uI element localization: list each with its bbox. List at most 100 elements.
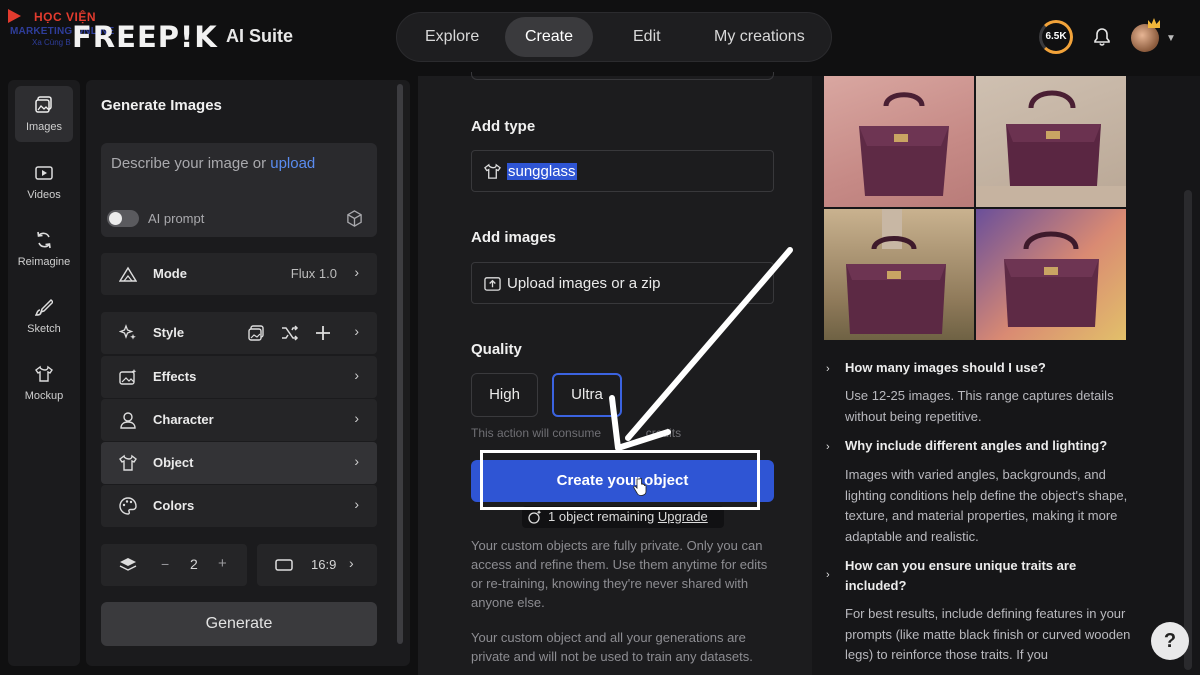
object-label: Object	[153, 455, 194, 470]
tab-explore[interactable]: Explore	[405, 17, 499, 57]
faq-answer: Images with varied angles, backgrounds, …	[845, 467, 1128, 544]
colors-row[interactable]: Colors ›	[101, 485, 377, 527]
handbag-image	[976, 90, 1126, 207]
brand-logo[interactable]: FREEP!K	[72, 20, 218, 54]
rail-item-mockup[interactable]: Mockup	[15, 355, 73, 411]
upload-images-icon	[484, 277, 501, 291]
chevron-right-icon[interactable]: ›	[826, 441, 830, 453]
character-icon	[120, 412, 136, 429]
watermark-line3: Xa Cùng B	[32, 38, 71, 47]
prompt-placeholder-text: Describe your image or	[111, 155, 267, 172]
remaining-text: 1 object remaining	[548, 509, 655, 524]
play-logo-icon	[8, 9, 21, 23]
rail-item-images[interactable]: Images	[15, 86, 73, 142]
character-label: Character	[153, 412, 214, 427]
ai-prompt-label: AI prompt	[148, 211, 205, 226]
cursor-hand-icon	[633, 478, 647, 496]
cube-icon[interactable]	[346, 210, 363, 227]
faq-question[interactable]: How many images should I use?	[845, 358, 1125, 378]
generate-button[interactable]: Generate	[101, 602, 377, 646]
crown-icon	[1148, 18, 1160, 28]
example-image[interactable]	[824, 209, 974, 340]
object-row[interactable]: Object ›	[101, 442, 377, 484]
upload-label: Upload images or a zip	[507, 275, 661, 292]
quality-high-button[interactable]: High	[471, 373, 538, 417]
style-icon	[119, 324, 136, 340]
faq-answer: Use 12-25 images. This range captures de…	[845, 388, 1114, 424]
effects-row[interactable]: Effects ›	[101, 356, 377, 398]
sparkle-icon	[528, 510, 542, 524]
rail-label: Videos	[27, 189, 61, 201]
images-icon	[35, 96, 52, 113]
aspect-ratio-select[interactable]: 16:9 ›	[257, 544, 377, 586]
prompt-input[interactable]: Describe your image or upload AI prompt	[101, 143, 377, 237]
rail-item-reimagine[interactable]: Reimagine	[15, 221, 73, 277]
mode-row[interactable]: Mode Flux 1.0 ›	[101, 253, 377, 295]
sketch-icon	[35, 298, 53, 316]
mockup-icon	[35, 365, 53, 382]
style-row[interactable]: Style ›	[101, 312, 377, 354]
type-input[interactable]: sungglass	[471, 150, 774, 192]
effects-label: Effects	[153, 369, 197, 384]
chevron-right-icon[interactable]: ›	[826, 569, 830, 581]
rail-label: Sketch	[27, 323, 61, 335]
palette-icon	[119, 497, 137, 515]
help-scrollbar[interactable]	[1184, 190, 1192, 670]
character-row[interactable]: Character ›	[101, 399, 377, 441]
rail-label: Reimagine	[17, 256, 71, 268]
decrement-button[interactable]: −	[161, 556, 169, 572]
top-header: HỌC VIỆN MARKETING ONLINE Xa Cùng B FREE…	[0, 0, 1200, 76]
privacy-text-2: Your custom object and all your generati…	[471, 630, 753, 664]
help-column: › How many images should I use? Use 12-2…	[812, 76, 1200, 675]
panel-title: Generate Images	[101, 97, 222, 114]
handbag-image	[846, 209, 946, 334]
rail-item-videos[interactable]: Videos	[15, 154, 73, 210]
main-nav: Explore Create Edit My creations	[396, 12, 832, 62]
mode-label: Mode	[153, 266, 187, 281]
example-image[interactable]	[976, 76, 1126, 207]
rail-label: Mockup	[24, 390, 64, 402]
chevron-right-icon[interactable]: ›	[826, 363, 830, 375]
prompt-placeholder: Describe your image or upload	[111, 155, 315, 172]
upload-images-button[interactable]: Upload images or a zip	[471, 262, 774, 304]
annotation-highlight-box	[480, 450, 760, 510]
handbag-image	[859, 92, 949, 196]
chevron-right-icon: ›	[354, 496, 359, 512]
upload-link[interactable]: upload	[270, 155, 315, 172]
type-value: sungglass	[507, 163, 577, 180]
plus-icon[interactable]	[314, 324, 332, 342]
tab-create[interactable]: Create	[505, 17, 594, 57]
ai-prompt-toggle[interactable]	[107, 210, 139, 227]
chevron-right-icon: ›	[354, 264, 359, 280]
effects-icon	[119, 369, 137, 385]
credits-badge[interactable]: 6.5K	[1039, 20, 1073, 54]
panel-scrollbar[interactable]	[397, 84, 403, 644]
generate-panel: Generate Images Describe your image or u…	[86, 80, 410, 666]
example-image[interactable]	[824, 76, 974, 207]
shuffle-icon[interactable]	[281, 324, 299, 342]
brand-suite: AI Suite	[226, 26, 294, 46]
app-window: HỌC VIỆN MARKETING ONLINE Xa Cùng B FREE…	[0, 0, 1200, 675]
chevron-right-icon: ›	[349, 555, 354, 571]
rail-item-sketch[interactable]: Sketch	[15, 288, 73, 344]
example-image[interactable]	[976, 209, 1126, 340]
faq-question[interactable]: Why include different angles and lightin…	[845, 436, 1125, 456]
reimagine-icon	[37, 231, 51, 249]
faq-question[interactable]: How can you ensure unique traits are inc…	[845, 556, 1125, 596]
rail-label: Images	[25, 121, 63, 133]
chevron-right-icon: ›	[354, 453, 359, 469]
mode-icon	[119, 266, 137, 282]
consume-note: This action will consume credits	[471, 426, 681, 440]
gallery-icon[interactable]	[248, 324, 266, 342]
quality-ultra-button[interactable]: Ultra	[552, 373, 622, 417]
upgrade-link[interactable]: Upgrade	[658, 509, 708, 524]
tab-edit[interactable]: Edit	[613, 17, 681, 57]
avatar[interactable]	[1131, 24, 1159, 52]
add-type-label: Add type	[471, 118, 536, 135]
increment-button[interactable]: +	[218, 555, 227, 572]
previous-field	[471, 72, 774, 80]
tab-my-creations[interactable]: My creations	[694, 17, 825, 57]
chevron-down-icon[interactable]: ▼	[1166, 33, 1176, 44]
help-button[interactable]: ?	[1151, 622, 1189, 660]
bell-icon[interactable]	[1092, 27, 1112, 47]
